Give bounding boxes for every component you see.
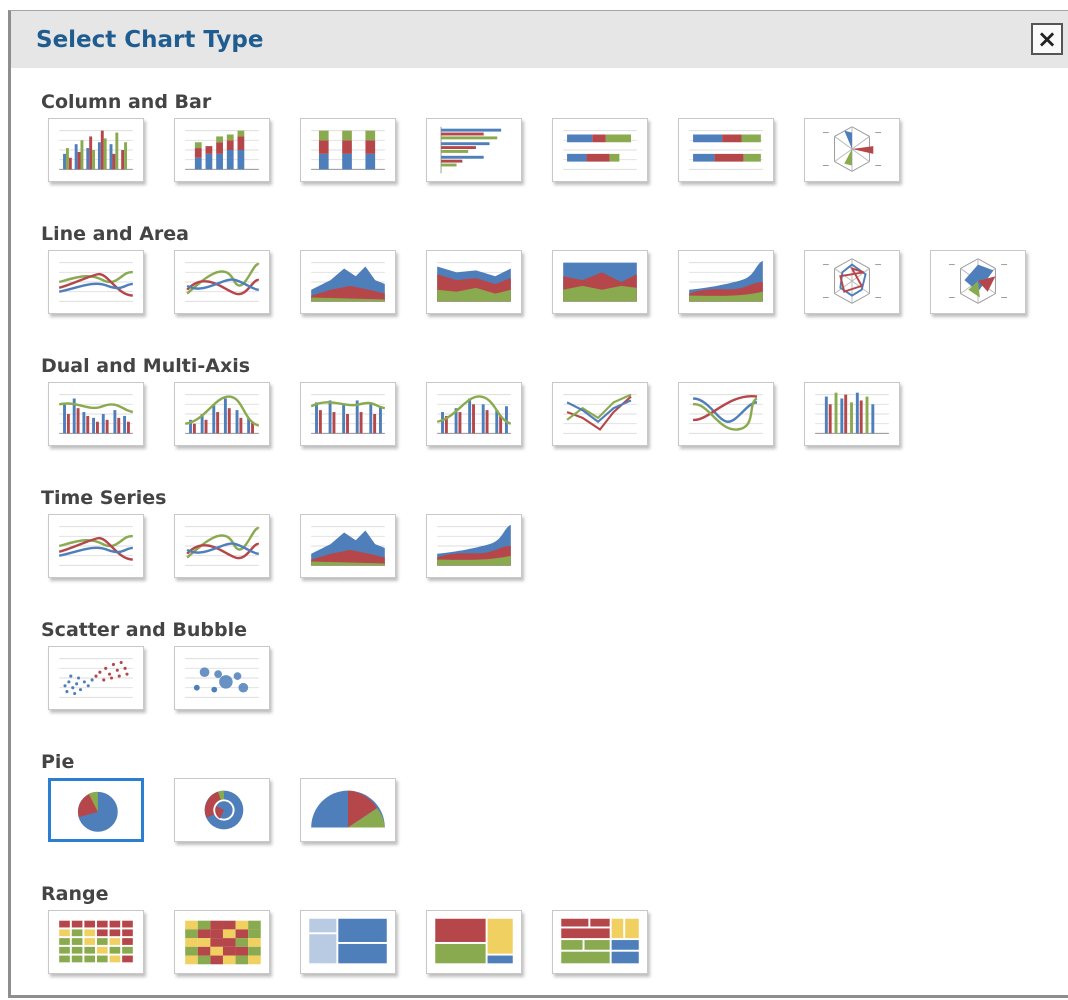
column-stacked-icon <box>185 130 259 170</box>
treemap-icon <box>309 918 387 964</box>
treemap-squarified-icon <box>435 918 513 964</box>
multi-axis-spline-icon <box>689 394 763 434</box>
section-title: Time Series <box>41 487 167 509</box>
chart-type-semi-pie[interactable] <box>300 778 396 842</box>
radar-column-icon <box>822 126 882 172</box>
scatter-icon <box>59 658 133 698</box>
chart-type-column-clustered[interactable] <box>48 118 144 182</box>
time-spline-icon <box>185 526 261 566</box>
chart-type-heatmap-gradient[interactable] <box>174 910 270 974</box>
chart-type-radar-line[interactable] <box>804 250 900 314</box>
area-icon <box>311 262 385 302</box>
chart-type-multi-axis-column[interactable] <box>804 382 900 446</box>
chart-type-pie[interactable] <box>48 778 144 842</box>
dual-column-spline-icon <box>184 394 260 434</box>
chart-type-dual-column-spline-2[interactable] <box>426 382 522 446</box>
section-title: Line and Area <box>41 223 189 245</box>
chart-type-multi-axis-spline[interactable] <box>678 382 774 446</box>
dual-column-spline-2-icon <box>436 394 512 434</box>
chart-type-area[interactable] <box>300 250 396 314</box>
chart-type-column-stacked[interactable] <box>174 118 270 182</box>
line-icon <box>58 262 134 302</box>
heatmap-icon <box>59 920 133 963</box>
dialog-title: Select Chart Type <box>36 27 264 53</box>
bar-stacked-100-icon <box>689 130 763 170</box>
chart-type-radar-area[interactable] <box>930 250 1026 314</box>
bar-stacked-icon <box>563 130 637 170</box>
chart-type-bar-clustered[interactable] <box>426 118 522 182</box>
dual-column-line-2-icon <box>310 394 386 434</box>
area-spline-icon <box>689 260 763 302</box>
chart-type-time-spline[interactable] <box>174 514 270 578</box>
radar-area-icon <box>948 258 1008 304</box>
chart-type-scatter[interactable] <box>48 646 144 710</box>
chart-type-heatmap[interactable] <box>48 910 144 974</box>
chart-type-bar-stacked-100[interactable] <box>678 118 774 182</box>
chart-type-area-stacked-100[interactable] <box>552 250 648 314</box>
chart-type-time-line[interactable] <box>48 514 144 578</box>
section-title: Pie <box>41 751 75 773</box>
time-area-spline-icon <box>437 524 511 566</box>
chart-type-line[interactable] <box>48 250 144 314</box>
radar-line-icon <box>822 258 882 304</box>
area-stacked-icon <box>437 262 511 302</box>
chart-type-treemap-squarified[interactable] <box>426 910 522 974</box>
column-clustered-icon <box>59 130 133 170</box>
section-title: Scatter and Bubble <box>41 619 247 641</box>
chart-type-time-area-spline[interactable] <box>426 514 522 578</box>
chart-type-bar-stacked[interactable] <box>552 118 648 182</box>
close-icon: × <box>1036 25 1058 53</box>
section-title: Dual and Multi-Axis <box>41 355 251 377</box>
dialog-header: Select Chart Type × <box>11 11 1068 68</box>
dual-column-line-icon <box>58 394 134 434</box>
chart-type-column-stacked-100[interactable] <box>300 118 396 182</box>
section-title: Column and Bar <box>41 91 212 113</box>
chart-type-dual-column-spline[interactable] <box>174 382 270 446</box>
multi-axis-column-icon <box>815 392 889 434</box>
chart-type-bubble[interactable] <box>174 646 270 710</box>
heatmap-gradient-icon <box>185 920 261 965</box>
chart-type-radar-column[interactable] <box>804 118 900 182</box>
column-stacked-100-icon <box>311 130 385 170</box>
time-line-icon <box>58 526 134 566</box>
area-stacked-100-icon <box>563 262 637 302</box>
chart-type-area-stacked[interactable] <box>426 250 522 314</box>
chart-type-treemap[interactable] <box>300 910 396 974</box>
time-area-icon <box>311 526 385 566</box>
page-edge <box>0 0 8 1000</box>
spline-icon <box>185 262 261 302</box>
chart-type-treemap-nested[interactable] <box>552 910 648 974</box>
section-title: Range <box>41 883 109 905</box>
chart-type-area-spline[interactable] <box>678 250 774 314</box>
close-button[interactable]: × <box>1031 23 1063 55</box>
donut-icon <box>204 790 244 830</box>
multi-axis-line-icon <box>563 393 637 434</box>
pie-icon <box>77 791 118 832</box>
chart-type-time-area[interactable] <box>300 514 396 578</box>
chart-type-dual-column-line-2[interactable] <box>300 382 396 446</box>
select-chart-type-dialog: Select Chart Type × Column and Bar Line a… <box>8 10 1068 998</box>
chart-type-donut[interactable] <box>174 778 270 842</box>
chart-type-multi-axis-line[interactable] <box>552 382 648 446</box>
chart-type-spline[interactable] <box>174 250 270 314</box>
semi-pie-icon <box>311 790 385 828</box>
bubble-icon <box>185 658 259 698</box>
bar-clustered-icon <box>440 126 502 174</box>
chart-type-dual-column-line[interactable] <box>48 382 144 446</box>
treemap-nested-icon <box>561 918 639 964</box>
